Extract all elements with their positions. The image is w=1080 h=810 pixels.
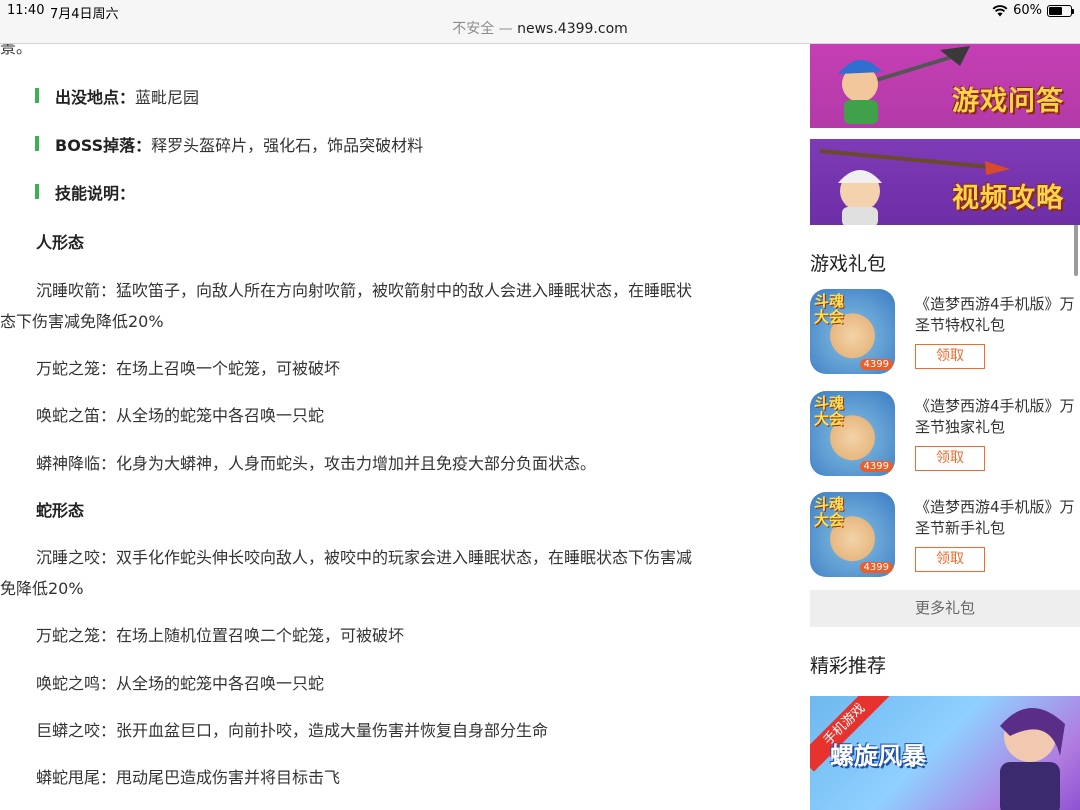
status-time: 11:40 (7, 3, 45, 18)
url-host: news.4399.com (517, 21, 628, 37)
status-bar: 11:40 7月4日周六 60% (0, 0, 1080, 22)
game-logo-text: 斗魂大会 (814, 292, 845, 326)
location-label: 出没地点： (55, 88, 136, 107)
gift-name[interactable]: 《造梦西游4手机版》万圣节特权礼包 (915, 294, 1080, 336)
skill-text: 态下伤害减免降低20% (0, 312, 164, 331)
skill-text: 唤蛇之笛：从全场的蛇笼中各召唤一只蛇 (36, 406, 325, 425)
skill-text: 万蛇之笼：在场上随机位置召唤二个蛇笼，可被破坏 (36, 626, 405, 645)
wifi-icon (992, 4, 1008, 16)
skill-label: 技能说明： (55, 184, 136, 203)
gift-name[interactable]: 《造梦西游4手机版》万圣节新手礼包 (915, 497, 1080, 539)
gift-item: 斗魂大会 4399 《造梦西游4手机版》万圣节独家礼包 领取 (810, 391, 1080, 477)
skill-text: 免降低20% (0, 579, 84, 598)
banner-video-guide[interactable]: 视频攻略 (810, 139, 1080, 225)
game-app-icon[interactable]: 斗魂大会 4399 (810, 289, 895, 374)
human-form-title: 人形态 (36, 233, 85, 252)
skill-text: 巨蟒之咬：张开血盆巨口，向前扑咬，造成大量伤害并恢复自身部分生命 (36, 721, 549, 740)
banner-title: 视频攻略 (952, 183, 1064, 214)
battery-fill (1049, 6, 1062, 15)
gift-name[interactable]: 《造梦西游4手机版》万圣节独家礼包 (915, 396, 1080, 438)
more-gifts-button[interactable]: 更多礼包 (810, 590, 1080, 627)
truncated-text: 景。 (0, 44, 33, 57)
recommend-section-title: 精彩推荐 (810, 655, 887, 677)
status-right: 60% (992, 3, 1074, 18)
game-app-icon[interactable]: 斗魂大会 4399 (810, 492, 895, 577)
url-separator: — (494, 21, 518, 37)
claim-button[interactable]: 领取 (915, 344, 985, 369)
bullet-marker (35, 184, 39, 199)
sidebar: 游戏问答 视频攻略 游戏礼包 斗魂大会 4399 《造梦西游4手机版》万圣节特权… (810, 44, 1080, 810)
banner-game-qa[interactable]: 游戏问答 (810, 44, 1080, 128)
battery-percent: 60% (1013, 3, 1042, 18)
brand-badge: 4399 (859, 562, 893, 573)
location-value: 蓝毗尼园 (135, 88, 200, 107)
article-content: 景。 出没地点：蓝毗尼园 BOSS掉落：释罗头盔碎片，强化石，饰品突破材料 技能… (0, 44, 800, 810)
skill-text: 沉睡吹箭：猛吹笛子，向敌人所在方向射吹箭，被吹箭射中的敌人会进入睡眠状态，在睡眠… (36, 281, 693, 300)
brand-badge: 4399 (859, 359, 893, 370)
character-illustration-icon (1000, 707, 1065, 810)
status-date: 7月4日周六 (50, 7, 119, 22)
security-label: 不安全 (452, 21, 495, 37)
bullet-marker (35, 136, 39, 151)
drop-row: BOSS掉落：释罗头盔碎片，强化石，饰品突破材料 (55, 132, 423, 156)
claim-button[interactable]: 领取 (915, 547, 985, 572)
game-logo-text: 斗魂大会 (814, 495, 845, 529)
gift-item: 斗魂大会 4399 《造梦西游4手机版》万圣节特权礼包 领取 (810, 289, 1080, 375)
bullet-marker (35, 88, 39, 103)
banner-title: 游戏问答 (952, 86, 1064, 117)
location-row: 出没地点：蓝毗尼园 (55, 84, 199, 108)
url-bar[interactable]: 不安全 — news.4399.com (0, 21, 1080, 44)
game-logo-text: 斗魂大会 (814, 394, 845, 428)
gift-item: 斗魂大会 4399 《造梦西游4手机版》万圣节新手礼包 领取 (810, 492, 1080, 578)
drop-label: BOSS掉落： (55, 136, 152, 155)
gift-section-title: 游戏礼包 (810, 253, 887, 275)
claim-button[interactable]: 领取 (915, 446, 985, 471)
skill-text: 万蛇之笼：在场上召唤一个蛇笼，可被破坏 (36, 359, 341, 378)
battery-icon (1047, 4, 1074, 17)
skill-text: 蟒蛇甩尾：甩动尾巴造成伤害并将目标击飞 (36, 768, 341, 787)
snake-form-title: 蛇形态 (36, 501, 85, 520)
skill-text: 唤蛇之鸣：从全场的蛇笼中各召唤一只蛇 (36, 674, 325, 693)
game-app-icon[interactable]: 斗魂大会 4399 (810, 391, 895, 476)
promo-banner[interactable]: 手机游戏 螺旋风暴 (810, 696, 1080, 810)
brand-badge: 4399 (859, 461, 893, 472)
drop-value: 释罗头盔碎片，强化石，饰品突破材料 (151, 136, 424, 155)
skill-text: 沉睡之咬：双手化作蛇头伸长咬向敌人，被咬中的玩家会进入睡眠状态，在睡眠状态下伤害… (36, 548, 693, 567)
skill-text: 蟒神降临：化身为大蟒神，人身而蛇头，攻击力增加并且免疫大部分负面状态。 (36, 454, 597, 473)
